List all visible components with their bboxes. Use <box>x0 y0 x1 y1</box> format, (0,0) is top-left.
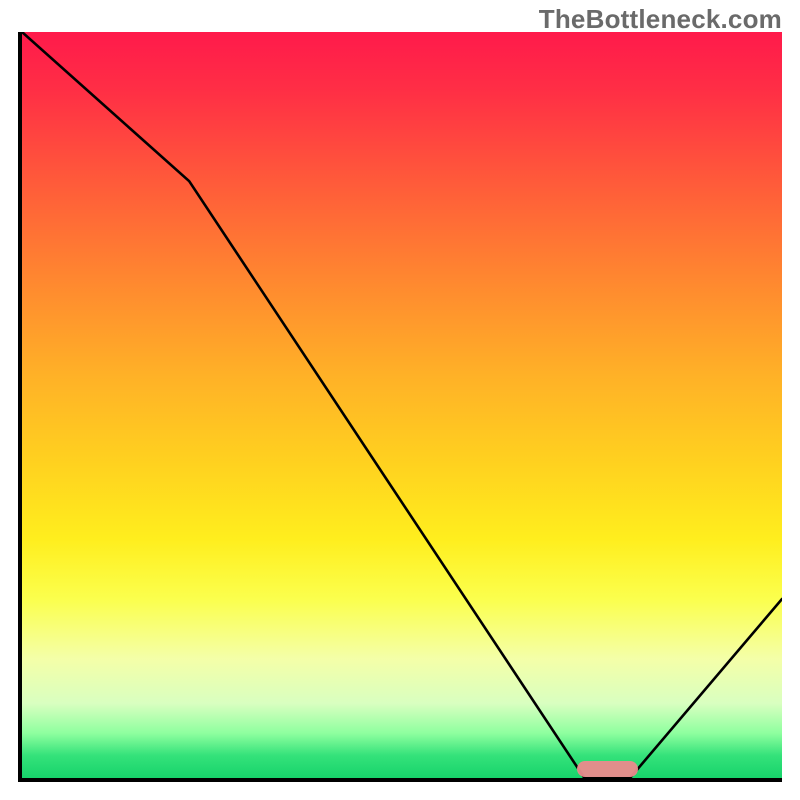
chart-wrapper: TheBottleneck.com <box>0 0 800 800</box>
bottleneck-curve <box>22 32 782 778</box>
optimal-range-marker <box>577 761 638 777</box>
curve-path <box>22 32 782 778</box>
watermark-text: TheBottleneck.com <box>539 4 782 35</box>
plot-area <box>18 32 782 782</box>
